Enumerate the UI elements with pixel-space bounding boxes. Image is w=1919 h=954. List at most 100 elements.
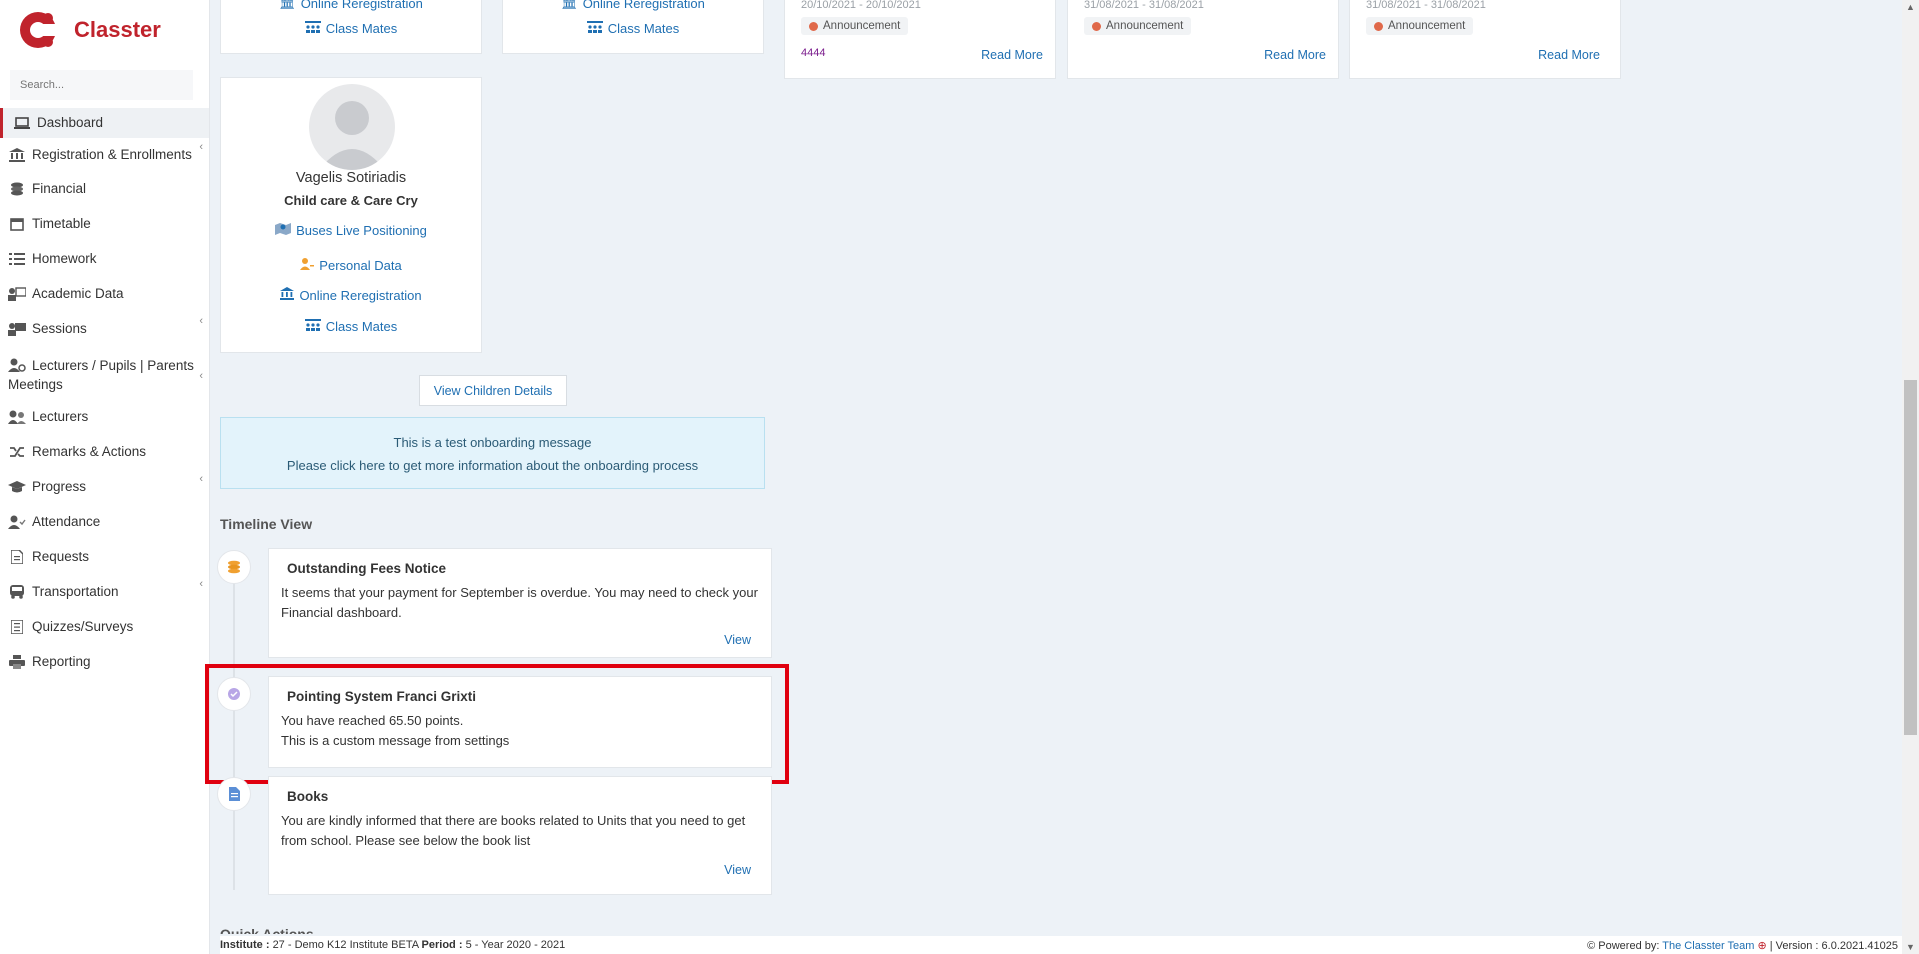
sidebar-item-label: Requests bbox=[32, 549, 90, 564]
laptop-icon bbox=[13, 115, 31, 131]
chevron-left-icon: ‹ bbox=[199, 473, 203, 485]
read-more-link[interactable]: Read More bbox=[981, 48, 1043, 62]
user-gear-icon bbox=[8, 357, 26, 373]
sidebar-item-homework[interactable]: Homework bbox=[0, 242, 209, 277]
announcement-date: 31/08/2021 - 31/08/2021 bbox=[1084, 0, 1204, 11]
sidebar-item-label: Registration & Enrollments bbox=[32, 147, 192, 162]
sidebar-item-reporting[interactable]: Reporting bbox=[0, 645, 209, 680]
institution-icon: 🏛 bbox=[279, 0, 296, 10]
online-reregistration-link[interactable]: 🏛 Online Reregistration bbox=[221, 0, 481, 11]
scroll-down-icon[interactable]: ▼ bbox=[1906, 942, 1915, 952]
document-icon bbox=[228, 787, 240, 801]
announcement-card: 20/10/2021 - 20/10/2021 Announcement 444… bbox=[784, 0, 1056, 79]
badge-label: Announcement bbox=[1388, 20, 1466, 32]
sidebar-item-label: Lecturers / Pupils | Parents Meetings bbox=[8, 358, 194, 392]
class-mates-link[interactable]: Class Mates bbox=[503, 21, 763, 36]
timeline-entry-text: It seems that your payment for September… bbox=[281, 585, 758, 620]
timeline-dot bbox=[217, 550, 251, 584]
chevron-left-icon: ‹ bbox=[199, 370, 203, 382]
sidebar-item-label: Sessions bbox=[32, 321, 87, 336]
sidebar-item-lecturers[interactable]: Lecturers bbox=[0, 400, 209, 435]
class-mates-icon bbox=[304, 21, 321, 36]
graduation-cap-icon bbox=[8, 479, 26, 495]
period-label: Period : bbox=[421, 939, 463, 951]
powered-label: Powered by: bbox=[1598, 940, 1660, 952]
link-label: Online Reregistration bbox=[300, 0, 423, 11]
sidebar-item-quizzes[interactable]: Quizzes/Surveys bbox=[0, 610, 209, 645]
sidebar-item-timetable[interactable]: Timetable bbox=[0, 207, 209, 242]
sidebar-item-requests[interactable]: Requests bbox=[0, 540, 209, 575]
online-reregistration-link[interactable]: 🏛 Online Reregistration bbox=[503, 0, 763, 11]
scrollbar[interactable]: ▲ ▼ bbox=[1902, 0, 1919, 954]
announcement-badge: Announcement bbox=[1084, 17, 1192, 35]
personal-data-link[interactable]: Personal Data bbox=[221, 257, 481, 273]
class-mates-link[interactable]: Class Mates bbox=[221, 21, 481, 36]
sidebar-item-label: Timetable bbox=[32, 216, 91, 231]
scroll-up-icon[interactable]: ▲ bbox=[1906, 2, 1915, 12]
status-dot-icon bbox=[809, 21, 818, 31]
sidebar-item-sessions[interactable]: Sessions ‹ bbox=[0, 312, 209, 347]
announcement-badge: Announcement bbox=[801, 17, 909, 35]
link-label: Class Mates bbox=[325, 319, 398, 334]
sidebar-menu: Dashboard Registration & Enrollments ‹ F… bbox=[0, 108, 209, 680]
check-circle-icon bbox=[228, 688, 240, 700]
view-link[interactable]: View bbox=[724, 633, 751, 647]
sidebar-item-financial[interactable]: Financial bbox=[0, 172, 209, 207]
sidebar-item-attendance[interactable]: Attendance bbox=[0, 505, 209, 540]
app-logo[interactable]: Classter bbox=[18, 10, 161, 50]
institute-value: 27 - Demo K12 Institute BETA bbox=[272, 939, 419, 951]
child-card: 🏛 Online Reregistration Class Mates bbox=[502, 0, 764, 54]
users-icon bbox=[8, 409, 26, 425]
timeline-entry: Outstanding Fees Notice It seems that yo… bbox=[268, 548, 772, 658]
map-marker-icon bbox=[275, 222, 292, 238]
timeline-entry: Books You are kindly informed that there… bbox=[268, 776, 772, 895]
sidebar-item-meetings[interactable]: Lecturers / Pupils | Parents Meetings ‹ bbox=[0, 347, 209, 400]
read-more-link[interactable]: Read More bbox=[1264, 48, 1326, 62]
timeline-entry: Pointing System Franci Grixti You have r… bbox=[268, 676, 772, 768]
sidebar-item-label: Homework bbox=[32, 251, 97, 266]
calendar-icon bbox=[8, 216, 26, 232]
scrollbar-thumb[interactable] bbox=[1904, 380, 1917, 735]
classter-team-link[interactable]: The Classter Team bbox=[1662, 940, 1754, 952]
class-mates-link[interactable]: Class Mates bbox=[221, 319, 481, 334]
file-icon bbox=[8, 549, 26, 565]
timeline-entry-title: Books bbox=[287, 789, 329, 804]
child-card: 🏛 Online Reregistration Class Mates bbox=[220, 0, 482, 54]
announcement-date: 31/08/2021 - 31/08/2021 bbox=[1366, 0, 1486, 11]
sidebar-item-progress[interactable]: Progress ‹ bbox=[0, 470, 209, 505]
announcement-date: 20/10/2021 - 20/10/2021 bbox=[801, 0, 921, 11]
institution-icon: 🏛 bbox=[561, 0, 578, 10]
onboarding-message[interactable]: This is a test onboarding message Please… bbox=[220, 417, 765, 489]
avatar bbox=[309, 84, 395, 170]
chevron-left-icon: ‹ bbox=[199, 141, 203, 153]
read-more-link[interactable]: Read More bbox=[1538, 48, 1600, 62]
timeline-dot bbox=[217, 777, 251, 811]
view-children-details-button[interactable]: View Children Details bbox=[419, 375, 567, 406]
institution-icon bbox=[280, 287, 295, 303]
chevron-left-icon: ‹ bbox=[199, 315, 203, 327]
timeline-entry-title: Outstanding Fees Notice bbox=[287, 561, 447, 576]
sidebar-item-academic-data[interactable]: Academic Data bbox=[0, 277, 209, 312]
online-reregistration-link[interactable]: Online Reregistration bbox=[221, 287, 481, 303]
sidebar-item-label: Reporting bbox=[32, 654, 91, 669]
announcement-badge: Announcement bbox=[1366, 17, 1474, 35]
search-input[interactable] bbox=[10, 70, 193, 100]
sidebar-item-remarks[interactable]: Remarks & Actions bbox=[0, 435, 209, 470]
sidebar-item-label: Quizzes/Surveys bbox=[32, 619, 134, 634]
footer: Institute : 27 - Demo K12 Institute BETA… bbox=[220, 936, 1910, 954]
sidebar-item-transportation[interactable]: Transportation ‹ bbox=[0, 575, 209, 610]
timeline-entry-title: Pointing System Franci Grixti bbox=[287, 689, 477, 704]
announcement-card: 31/08/2021 - 31/08/2021 Announcement Rea… bbox=[1349, 0, 1621, 79]
buses-live-positioning-link[interactable]: Buses Live Positioning bbox=[221, 222, 481, 238]
sidebar-item-registration[interactable]: Registration & Enrollments ‹ bbox=[0, 138, 209, 172]
institute-label: Institute : bbox=[220, 939, 270, 951]
powered-info: © Powered by: The Classter Team ⊕ | Vers… bbox=[1587, 936, 1910, 954]
sidebar-item-label: Dashboard bbox=[37, 115, 104, 130]
user-edit-icon bbox=[300, 257, 315, 273]
link-label: Online Reregistration bbox=[582, 0, 705, 11]
status-dot-icon bbox=[1374, 21, 1383, 31]
sidebar-item-dashboard[interactable]: Dashboard bbox=[0, 108, 209, 138]
view-link[interactable]: View bbox=[724, 863, 751, 877]
teacher-board-icon bbox=[8, 286, 26, 302]
onboarding-link: Please click here to get more informatio… bbox=[286, 458, 699, 473]
